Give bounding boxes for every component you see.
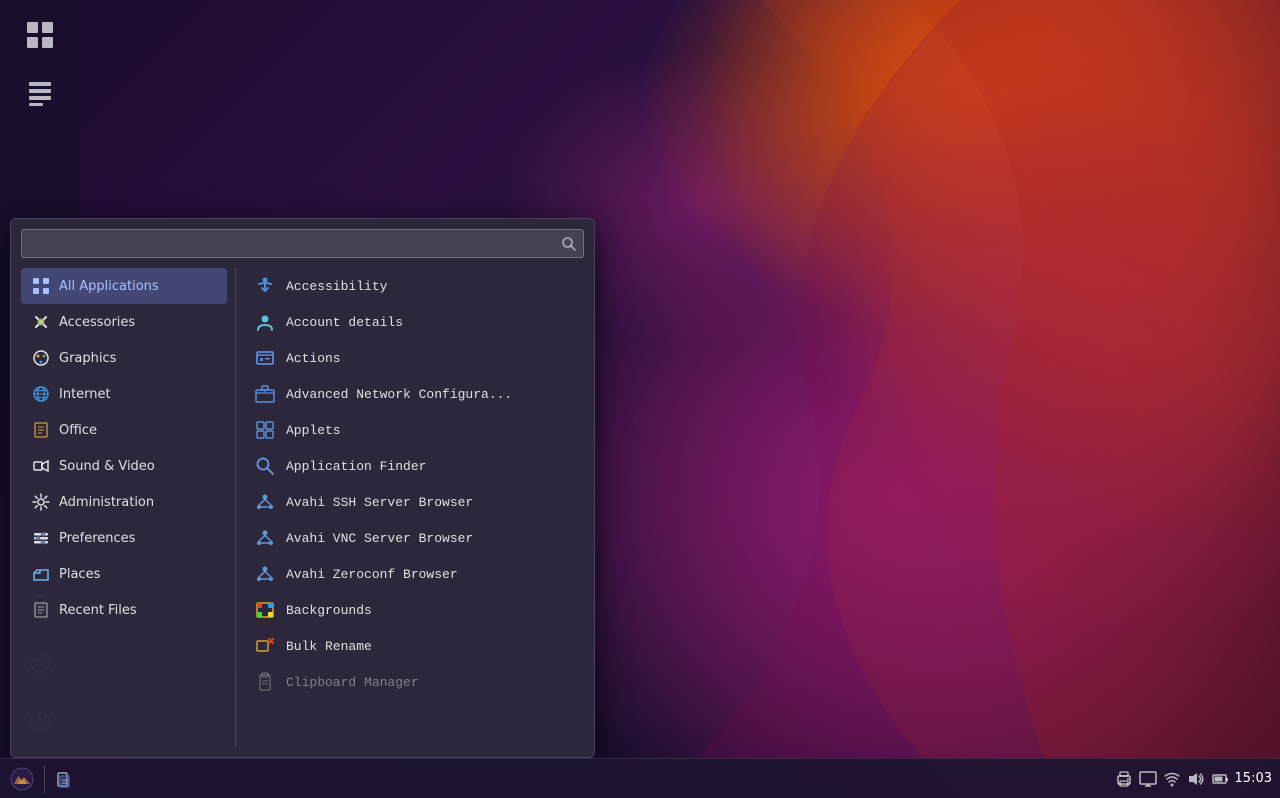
category-places-label: Places: [59, 567, 100, 582]
category-internet[interactable]: Internet: [21, 376, 227, 412]
recent-files-icon: [31, 600, 51, 620]
accessories-icon: [31, 312, 51, 332]
taskbar-right: 15:03: [1115, 770, 1280, 788]
graphics-icon: [31, 348, 51, 368]
category-accessories[interactable]: Accessories: [21, 304, 227, 340]
backgrounds-icon: [254, 599, 276, 621]
app-accessibility[interactable]: Accessibility: [244, 268, 584, 304]
office-icon: [31, 420, 51, 440]
category-office-label: Office: [59, 423, 97, 438]
app-adv-network[interactable]: Advanced Network Configura...: [244, 376, 584, 412]
sound-video-icon: [31, 456, 51, 476]
avahi-ssh-icon: [254, 491, 276, 513]
taskbar-whisker-menu[interactable]: [4, 761, 40, 797]
category-graphics-label: Graphics: [59, 351, 116, 366]
taskbar-display-icon[interactable]: [1139, 770, 1157, 788]
app-avahi-zero[interactable]: Avahi Zeroconf Browser: [244, 556, 584, 592]
category-recent-files-label: Recent Files: [59, 603, 137, 618]
category-places[interactable]: Places: [21, 556, 227, 592]
actions-icon: [254, 347, 276, 369]
avahi-zero-icon: [254, 563, 276, 585]
taskbar-volume-icon[interactable]: [1187, 770, 1205, 788]
app-backgrounds[interactable]: Backgrounds: [244, 592, 584, 628]
category-all-applications[interactable]: All Applications: [21, 268, 227, 304]
app-account-details-label: Account details: [286, 315, 403, 330]
taskbar-left: [0, 761, 89, 797]
category-preferences[interactable]: Preferences: [21, 520, 227, 556]
app-clipboard-mgr[interactable]: Clipboard Manager: [244, 664, 584, 700]
taskbar-file-manager[interactable]: [49, 761, 85, 797]
places-icon: [31, 564, 51, 584]
category-accessories-label: Accessories: [59, 315, 135, 330]
category-internet-label: Internet: [59, 387, 111, 402]
search-input[interactable]: [28, 232, 561, 255]
app-avahi-vnc-label: Avahi VNC Server Browser: [286, 531, 473, 546]
taskbar-separator-1: [44, 765, 45, 793]
app-backgrounds-label: Backgrounds: [286, 603, 372, 618]
administration-icon: [31, 492, 51, 512]
categories-column: All Applications Accessories: [21, 268, 231, 747]
category-preferences-label: Preferences: [59, 531, 135, 546]
app-clipboard-mgr-label: Clipboard Manager: [286, 675, 419, 690]
search-button[interactable]: [561, 236, 577, 252]
all-applications-icon: [31, 276, 51, 296]
category-sound-video-label: Sound & Video: [59, 459, 155, 474]
category-sound-video[interactable]: Sound & Video: [21, 448, 227, 484]
app-avahi-ssh[interactable]: Avahi SSH Server Browser: [244, 484, 584, 520]
category-all-applications-label: All Applications: [59, 279, 159, 294]
app-accessibility-label: Accessibility: [286, 279, 387, 294]
app-avahi-vnc[interactable]: Avahi VNC Server Browser: [244, 520, 584, 556]
app-applets[interactable]: Applets: [244, 412, 584, 448]
app-avahi-ssh-label: Avahi SSH Server Browser: [286, 495, 473, 510]
avahi-vnc-icon: [254, 527, 276, 549]
adv-network-icon: [254, 383, 276, 405]
app-finder[interactable]: Application Finder: [244, 448, 584, 484]
apps-column: Accessibility Account details: [240, 268, 584, 747]
preferences-icon: [31, 528, 51, 548]
internet-icon: [31, 384, 51, 404]
taskbar-time[interactable]: 15:03: [1235, 771, 1272, 786]
app-finder-icon: [254, 455, 276, 477]
category-recent-files[interactable]: Recent Files: [21, 592, 227, 628]
taskbar-printer-icon[interactable]: [1115, 770, 1133, 788]
app-menu: All Applications Accessories: [10, 218, 595, 758]
app-actions-label: Actions: [286, 351, 341, 366]
app-account-details[interactable]: Account details: [244, 304, 584, 340]
search-bar: [21, 229, 584, 258]
category-graphics[interactable]: Graphics: [21, 340, 227, 376]
bulk-rename-icon: [254, 635, 276, 657]
taskbar: 15:03: [0, 758, 1280, 798]
menu-divider: [235, 268, 236, 747]
category-office[interactable]: Office: [21, 412, 227, 448]
dock-files-manager[interactable]: [13, 8, 67, 62]
app-adv-network-label: Advanced Network Configura...: [286, 387, 512, 402]
applets-icon: [254, 419, 276, 441]
app-bulk-rename[interactable]: Bulk Rename: [244, 628, 584, 664]
dock-task-manager[interactable]: [13, 66, 67, 120]
app-bulk-rename-label: Bulk Rename: [286, 639, 372, 654]
category-administration-label: Administration: [59, 495, 154, 510]
app-finder-label: Application Finder: [286, 459, 426, 474]
accessibility-icon: [254, 275, 276, 297]
menu-content: All Applications Accessories: [21, 268, 584, 747]
clipboard-mgr-icon: [254, 671, 276, 693]
taskbar-battery-icon[interactable]: [1211, 770, 1229, 788]
app-actions[interactable]: Actions: [244, 340, 584, 376]
app-avahi-zero-label: Avahi Zeroconf Browser: [286, 567, 458, 582]
taskbar-network-icon[interactable]: [1163, 770, 1181, 788]
account-details-icon: [254, 311, 276, 333]
app-applets-label: Applets: [286, 423, 341, 438]
category-administration[interactable]: Administration: [21, 484, 227, 520]
